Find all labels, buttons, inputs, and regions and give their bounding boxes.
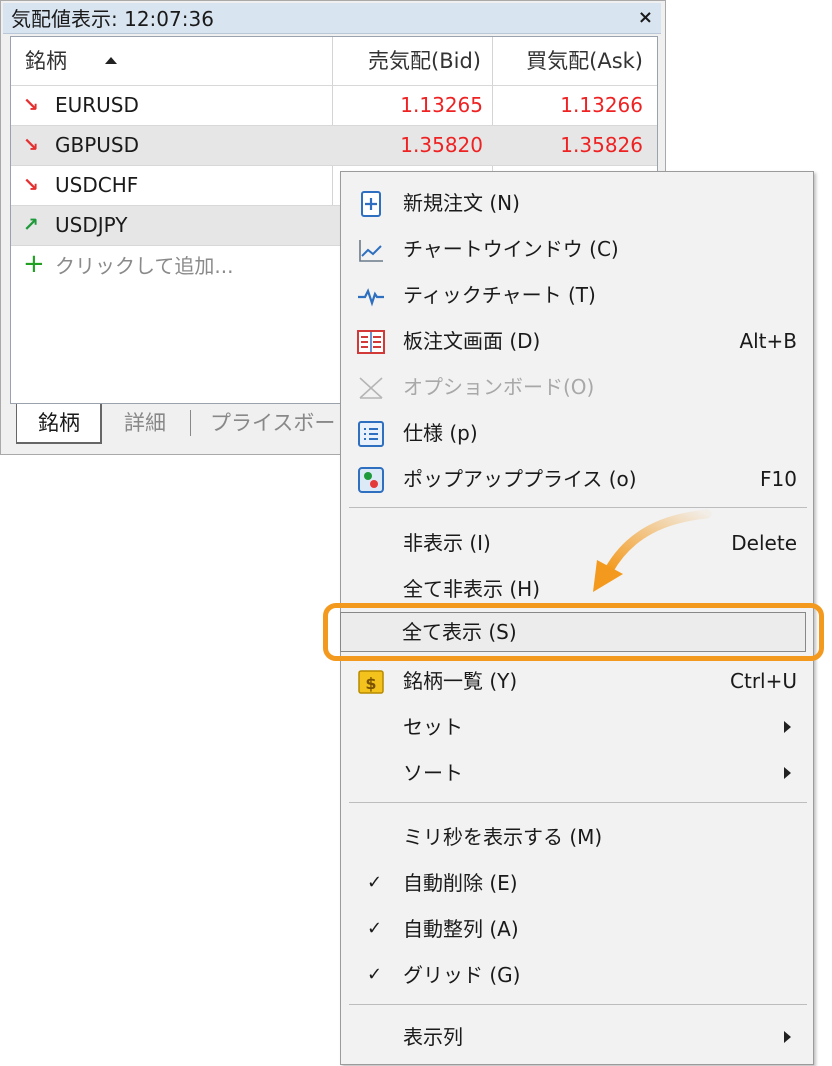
menu-item-sort[interactable]: ソート xyxy=(345,752,809,794)
menu-item-label: 自動整列 (A) xyxy=(403,917,519,941)
menu-item-label: 全て非表示 (H) xyxy=(403,577,541,601)
column-header-bid[interactable]: 売気配(Bid) xyxy=(333,37,491,85)
menu-item-shortcut: Delete xyxy=(731,531,797,555)
menu-item-chart-window[interactable]: チャートウインドウ (C) xyxy=(345,228,809,270)
plus-icon: + xyxy=(23,249,45,279)
menu-item-label: 板注文画面 (D) xyxy=(403,329,541,353)
bid-cell: 1.35820 xyxy=(400,133,483,157)
menu-separator xyxy=(349,507,807,508)
symbols-icon: $ xyxy=(358,670,384,694)
new-order-icon xyxy=(361,191,381,217)
menu-item-label: ソート xyxy=(403,761,463,785)
sort-ascending-icon xyxy=(105,57,117,64)
highlight-box xyxy=(323,603,824,661)
tick-chart-icon xyxy=(358,288,384,307)
menu-item-depth-of-market[interactable]: 板注文画面 (D) Alt+B xyxy=(345,320,809,362)
submenu-arrow-icon xyxy=(784,721,791,733)
menu-item-label: 非表示 (I) xyxy=(403,531,491,555)
menu-item-label: 表示列 xyxy=(403,1025,463,1049)
grid-header: 銘柄 売気配(Bid) 買気配(Ask) xyxy=(11,37,657,85)
menu-item-label: ポップアッププライス (o) xyxy=(403,467,637,491)
menu-item-sets[interactable]: セット xyxy=(345,706,809,748)
menu-item-label: オプションボード(O) xyxy=(403,375,595,399)
tab-divider xyxy=(190,410,191,436)
menu-item-label: 銘柄一覧 (Y) xyxy=(403,669,518,693)
checkmark-icon: ✓ xyxy=(367,964,383,985)
menu-item-shortcut: Alt+B xyxy=(739,329,797,353)
title-bar: 気配値表示: 12:07:36 × xyxy=(3,3,661,34)
submenu-arrow-icon xyxy=(784,1031,791,1043)
window-title: 気配値表示: 12:07:36 xyxy=(11,7,214,31)
menu-separator xyxy=(349,1004,807,1005)
trend-down-icon: ↘ xyxy=(23,174,39,196)
column-header-symbol[interactable]: 銘柄 xyxy=(25,37,67,85)
menu-item-grid[interactable]: ✓ グリッド (G) xyxy=(345,954,809,996)
symbol-cell: USDCHF xyxy=(55,173,139,197)
menu-item-label: 自動削除 (E) xyxy=(403,871,518,895)
table-row[interactable]: ↘ EURUSD 1.13265 1.13266 xyxy=(11,85,657,125)
menu-item-label: 新規注文 (N) xyxy=(403,191,520,215)
popup-prices-icon xyxy=(358,467,384,493)
menu-item-auto-arrange[interactable]: ✓ 自動整列 (A) xyxy=(345,908,809,950)
callout-arrow-icon xyxy=(593,509,712,592)
tab-details[interactable]: 詳細 xyxy=(124,404,166,444)
menu-item-label: セット xyxy=(403,715,463,739)
chart-window-icon xyxy=(359,240,383,262)
ask-cell: 1.13266 xyxy=(560,93,643,117)
tab-symbols[interactable]: 銘柄 xyxy=(16,404,102,444)
symbol-cell: EURUSD xyxy=(55,93,139,117)
menu-item-columns[interactable]: 表示列 xyxy=(345,1016,809,1058)
menu-item-option-board: オプションボード(O) xyxy=(345,366,809,408)
trend-up-icon: ↗ xyxy=(23,214,39,236)
option-board-icon xyxy=(359,377,383,399)
tab-price-board[interactable]: プライスボード xyxy=(210,404,356,444)
menu-item-tick-chart[interactable]: ティックチャート (T) xyxy=(345,274,809,316)
svg-text:$: $ xyxy=(365,674,376,693)
specification-icon xyxy=(358,421,384,447)
menu-item-popup-prices[interactable]: ポップアッププライス (o) F10 xyxy=(345,458,809,500)
menu-item-shortcut: Ctrl+U xyxy=(730,669,797,693)
menu-separator xyxy=(349,802,807,803)
menu-item-label: ティックチャート (T) xyxy=(403,283,596,307)
trend-down-icon: ↘ xyxy=(23,94,39,116)
menu-item-label: グリッド (G) xyxy=(403,963,521,987)
symbol-cell: GBPUSD xyxy=(55,133,140,157)
symbol-cell: USDJPY xyxy=(55,213,128,237)
submenu-arrow-icon xyxy=(784,767,791,779)
checkmark-icon: ✓ xyxy=(367,872,383,893)
menu-item-label: ミリ秒を表示する (M) xyxy=(403,825,603,849)
menu-item-auto-remove[interactable]: ✓ 自動削除 (E) xyxy=(345,862,809,904)
add-symbol-label: クリックして追加... xyxy=(55,254,234,278)
menu-item-label: チャートウインドウ (C) xyxy=(403,237,619,261)
menu-item-show-milliseconds[interactable]: ミリ秒を表示する (M) xyxy=(345,816,809,858)
menu-item-specification[interactable]: 仕様 (p) xyxy=(345,412,809,454)
menu-item-symbols[interactable]: $ 銘柄一覧 (Y) Ctrl+U xyxy=(345,660,809,702)
menu-item-label: 仕様 (p) xyxy=(403,421,478,445)
column-header-ask[interactable]: 買気配(Ask) xyxy=(493,37,653,85)
bid-cell: 1.13265 xyxy=(400,93,483,117)
depth-of-market-icon xyxy=(357,330,385,354)
menu-item-new-order[interactable]: 新規注文 (N) xyxy=(345,182,809,224)
checkmark-icon: ✓ xyxy=(367,918,383,939)
menu-item-hide[interactable]: 非表示 (I) Delete xyxy=(345,522,809,564)
menu-item-shortcut: F10 xyxy=(760,467,797,491)
trend-down-icon: ↘ xyxy=(23,134,39,156)
ask-cell: 1.35826 xyxy=(560,133,643,157)
close-icon[interactable]: × xyxy=(638,7,653,29)
table-row[interactable]: ↘ GBPUSD 1.35820 1.35826 xyxy=(11,125,657,165)
